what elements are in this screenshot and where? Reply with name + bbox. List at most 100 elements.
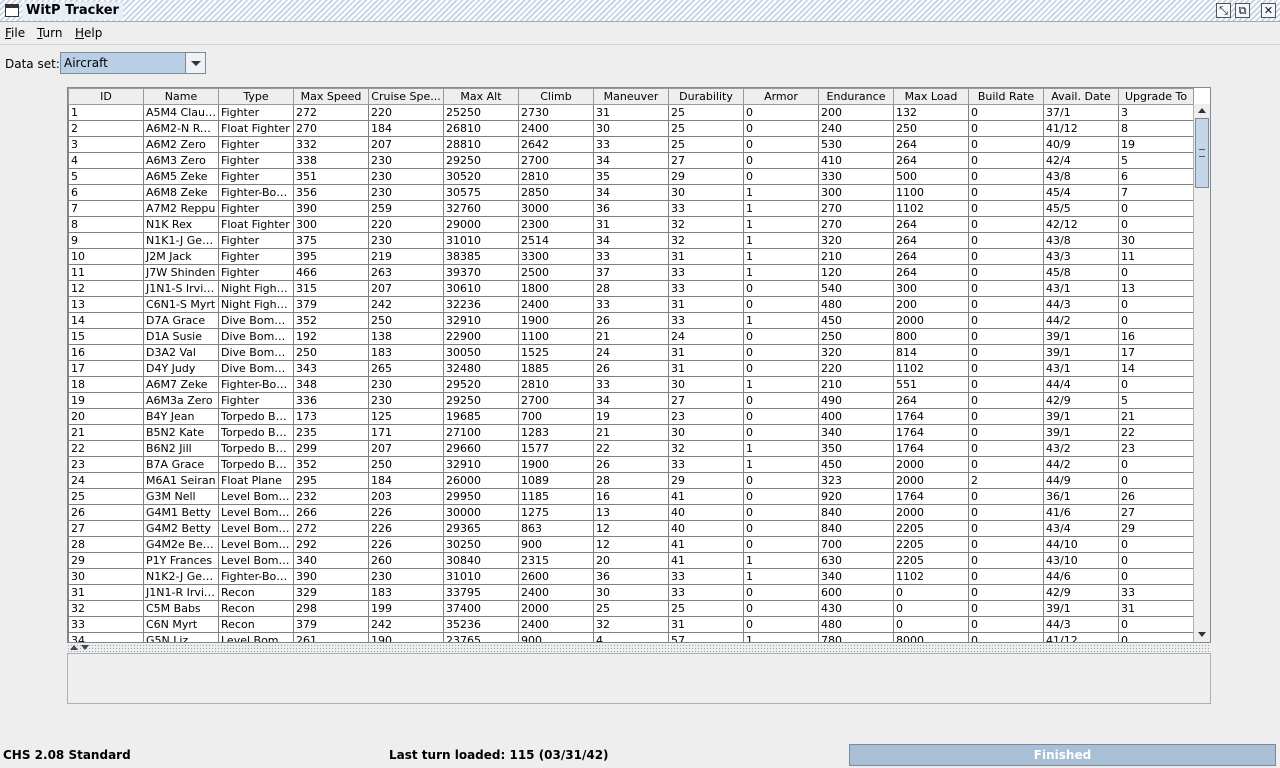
table-cell[interactable]: 0	[968, 296, 1044, 313]
table-cell[interactable]: 230	[368, 568, 444, 585]
table-cell[interactable]: 31	[668, 296, 744, 313]
table-cell[interactable]: 500	[893, 168, 969, 185]
table-cell[interactable]: 29	[668, 168, 744, 185]
table-cell[interactable]: 0	[743, 360, 819, 377]
table-row[interactable]: 12 J1N1-S Irving Night Fighter 315 207 30610 1…	[68, 280, 1194, 297]
table-cell[interactable]: 0	[1118, 312, 1194, 329]
table-cell[interactable]: 40	[668, 504, 744, 521]
table-cell[interactable]: G4M2 Betty	[143, 520, 219, 537]
table-cell[interactable]: 31	[668, 248, 744, 265]
table-cell[interactable]: 33	[593, 136, 669, 153]
table-cell[interactable]: 2500	[518, 264, 594, 281]
table-cell[interactable]: 1525	[518, 344, 594, 361]
table-cell[interactable]: 28	[593, 280, 669, 297]
table-cell[interactable]: 2315	[518, 552, 594, 569]
table-cell[interactable]: 45/5	[1043, 200, 1119, 217]
table-cell[interactable]: 0	[968, 536, 1044, 553]
table-cell[interactable]: 300	[893, 280, 969, 297]
table-cell[interactable]: 2730	[518, 104, 594, 121]
table-cell[interactable]: 33	[668, 264, 744, 281]
table-cell[interactable]: A6M8 Zeke	[143, 184, 219, 201]
table-cell[interactable]: 2300	[518, 216, 594, 233]
table-cell[interactable]: 23765	[443, 632, 519, 642]
table-cell[interactable]: 35236	[443, 616, 519, 633]
table-cell[interactable]: 0	[1118, 216, 1194, 233]
table-cell[interactable]: 272	[293, 104, 369, 121]
table-row[interactable]: 24 M6A1 Seiran Float Plane 295 184 26000 1089 2…	[68, 472, 1194, 489]
maximize-icon[interactable]: ⧉	[1235, 3, 1250, 18]
table-cell[interactable]: 0	[968, 168, 1044, 185]
table-cell[interactable]: 37	[593, 264, 669, 281]
table-cell[interactable]: 33	[1118, 584, 1194, 601]
column-header[interactable]: Cruise Spe...	[368, 88, 444, 105]
table-cell[interactable]: 2000	[893, 456, 969, 473]
table-cell[interactable]: 219	[368, 248, 444, 265]
table-cell[interactable]: 12	[593, 520, 669, 537]
table-cell[interactable]: 2700	[518, 392, 594, 409]
table-cell[interactable]: 1275	[518, 504, 594, 521]
table-cell[interactable]: 0	[1118, 616, 1194, 633]
table-cell[interactable]: 292	[293, 536, 369, 553]
table-cell[interactable]: 203	[368, 488, 444, 505]
table-cell[interactable]: 299	[293, 440, 369, 457]
table-cell[interactable]: A6M2 Zero	[143, 136, 219, 153]
table-cell[interactable]: 230	[368, 152, 444, 169]
table-cell[interactable]: 39/1	[1043, 424, 1119, 441]
table-cell[interactable]: 480	[818, 616, 894, 633]
table-row[interactable]: 20B4Y JeanTorpedo Bomber1731251968570019…	[68, 408, 1194, 425]
table-cell[interactable]: 0	[968, 136, 1044, 153]
table-cell[interactable]: 33	[668, 568, 744, 585]
column-header[interactable]: Upgrade To	[1118, 88, 1194, 105]
table-cell[interactable]: 13	[1118, 280, 1194, 297]
table-cell[interactable]: 43/2	[1043, 440, 1119, 457]
table-cell[interactable]: 28810	[443, 136, 519, 153]
table-cell[interactable]: 34	[593, 152, 669, 169]
table-cell[interactable]: 1764	[893, 408, 969, 425]
table-cell[interactable]: 21	[593, 328, 669, 345]
table-cell[interactable]: 264	[893, 216, 969, 233]
table-cell[interactable]: 20	[68, 408, 144, 425]
table-cell[interactable]: Fighter-Bomber	[218, 376, 294, 393]
table-cell[interactable]: D3A2 Val	[143, 344, 219, 361]
table-cell[interactable]: 29950	[443, 488, 519, 505]
table-cell[interactable]: 0	[1118, 552, 1194, 569]
table-row[interactable]: 21B5N2 KateTorpedo Bomber235171271001283…	[68, 424, 1194, 441]
table-cell[interactable]: 44/2	[1043, 456, 1119, 473]
table-cell[interactable]: 24	[668, 328, 744, 345]
table-cell[interactable]: 220	[368, 216, 444, 233]
table-cell[interactable]: 12	[68, 280, 144, 297]
table-cell[interactable]: 1800	[518, 280, 594, 297]
column-header[interactable]: Max Alt	[443, 88, 519, 105]
table-cell[interactable]: A5M4 Claude	[143, 104, 219, 121]
table-cell[interactable]: 30000	[443, 504, 519, 521]
table-cell[interactable]: 3300	[518, 248, 594, 265]
table-cell[interactable]: 4	[68, 152, 144, 169]
table-cell[interactable]: 450	[818, 456, 894, 473]
table-cell[interactable]: 0	[743, 104, 819, 121]
table-cell[interactable]: 490	[818, 392, 894, 409]
table-cell[interactable]: B4Y Jean	[143, 408, 219, 425]
table-cell[interactable]: Dive Bomber	[218, 360, 294, 377]
table-row[interactable]: 25 G3M Nell Level Bomber 232 203 29950 1185 16 4…	[68, 488, 1194, 505]
table-cell[interactable]: 19	[1118, 136, 1194, 153]
table-cell[interactable]: 1089	[518, 472, 594, 489]
table-row[interactable]: 11 J7W Shinden Fighter 466 263 39370 2500 37 33 1…	[68, 264, 1194, 281]
table-cell[interactable]: 230	[368, 376, 444, 393]
table-cell[interactable]: 26810	[443, 120, 519, 137]
table-cell[interactable]: 264	[893, 264, 969, 281]
table-cell[interactable]: 379	[293, 616, 369, 633]
table-cell[interactable]: 1102	[893, 568, 969, 585]
table-cell[interactable]: 0	[968, 248, 1044, 265]
table-cell[interactable]: B6N2 Jill	[143, 440, 219, 457]
table-cell[interactable]: 42/12	[1043, 216, 1119, 233]
table-cell[interactable]: 1	[743, 376, 819, 393]
table-cell[interactable]: 3	[68, 136, 144, 153]
table-cell[interactable]: 0	[743, 536, 819, 553]
table-cell[interactable]: 242	[368, 296, 444, 313]
table-cell[interactable]: 44/9	[1043, 472, 1119, 489]
table-cell[interactable]: 29	[1118, 520, 1194, 537]
table-cell[interactable]: G5N Liz	[143, 632, 219, 642]
table-cell[interactable]: 1	[743, 632, 819, 642]
table-cell[interactable]: 1100	[893, 184, 969, 201]
table-cell[interactable]: 26000	[443, 472, 519, 489]
